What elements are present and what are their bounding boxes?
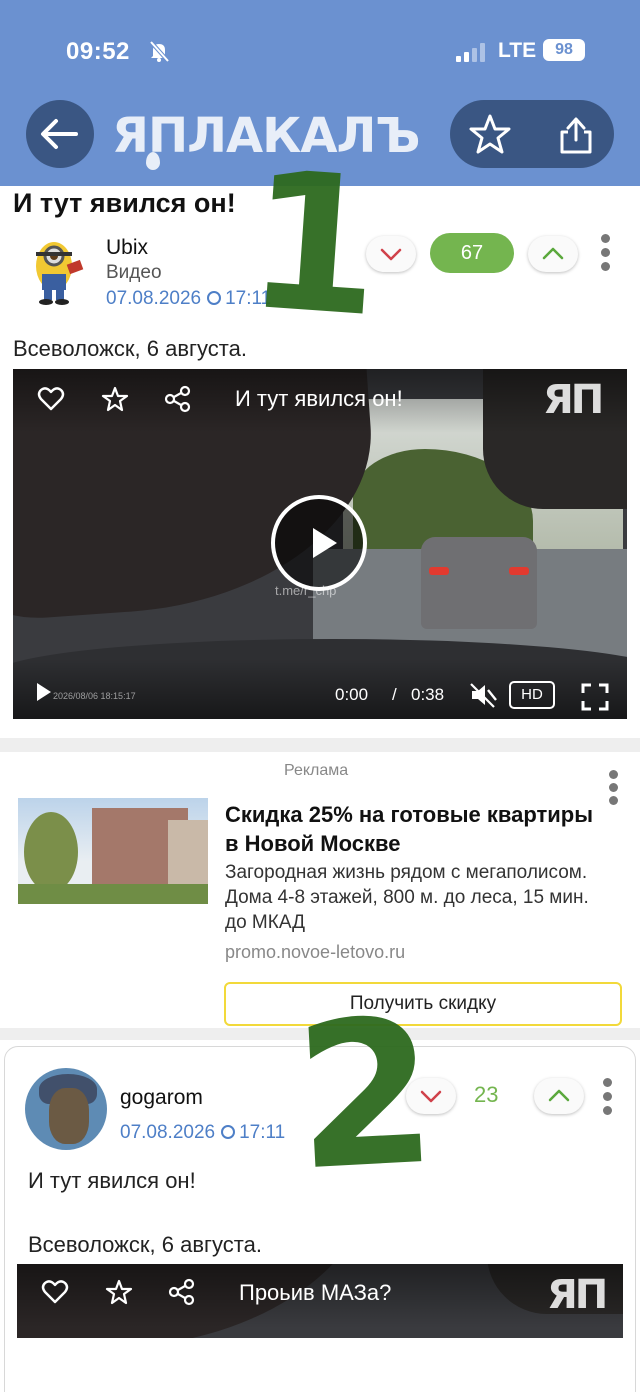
- play-button[interactable]: [271, 495, 367, 591]
- comment-video-logo: ЯП: [547, 1272, 608, 1318]
- heart-icon[interactable]: [37, 385, 65, 413]
- comment-avatar[interactable]: [25, 1068, 107, 1150]
- post-category[interactable]: Видео: [106, 262, 162, 284]
- status-time: 09:52: [66, 38, 130, 65]
- star-icon[interactable]: [105, 1278, 133, 1306]
- comment-datetime: 07.08.2026 17:11: [120, 1122, 285, 1144]
- silent-bell-icon: [149, 40, 170, 62]
- post-author[interactable]: Ubix: [106, 236, 148, 260]
- comment-text-line1: И тут явился он!: [28, 1168, 196, 1193]
- post-date: 07.08.2026: [106, 288, 202, 309]
- heart-icon[interactable]: [41, 1278, 69, 1306]
- battery-icon: 98: [543, 39, 585, 61]
- post-rating: 67: [430, 233, 514, 273]
- status-bar: 09:52 LTE 98: [0, 28, 640, 76]
- video-duration: 0:38: [411, 685, 445, 704]
- video-logo: ЯП: [543, 377, 604, 423]
- video-player[interactable]: И тут явился он! ЯП t.me/r_chp 2026/08/0…: [13, 369, 627, 719]
- arrow-left-icon: [41, 119, 78, 149]
- comment-author[interactable]: gogarom: [120, 1086, 203, 1110]
- video-current-time: 0:00: [335, 685, 369, 704]
- ad-image-building-2: [168, 820, 208, 890]
- ad-image-lawn: [18, 884, 208, 904]
- comment-time: 17:11: [239, 1122, 286, 1143]
- fullscreen-icon[interactable]: [581, 683, 609, 711]
- share-nodes-icon[interactable]: [164, 385, 192, 413]
- post-title[interactable]: И тут явился он!: [13, 188, 236, 219]
- post-text: Всеволожск, 6 августа.: [13, 336, 247, 361]
- ad-image[interactable]: [18, 798, 208, 904]
- video-watermark: t.me/r_chp: [275, 583, 337, 598]
- hd-label: HD: [521, 686, 543, 703]
- logo-drop-icon: [146, 152, 160, 170]
- video-title: И тут явился он!: [235, 386, 403, 411]
- comment-video-player[interactable]: Проьив МАЗа? ЯП: [17, 1264, 623, 1338]
- comment-text-line2: Всеволожск, 6 августа.: [28, 1232, 262, 1257]
- chevron-up-icon: [548, 1089, 570, 1102]
- user-avatar-minion[interactable]: [22, 232, 86, 306]
- ad-description: Загородная жизнь рядом с мегаполисом. До…: [225, 862, 589, 933]
- comment-rating: 23: [474, 1082, 499, 1107]
- mute-icon[interactable]: [469, 681, 497, 709]
- header-actions: [450, 100, 614, 168]
- star-icon[interactable]: [101, 385, 129, 413]
- comment-menu-button[interactable]: [602, 1078, 612, 1118]
- video-scene-car: [421, 537, 537, 629]
- comment-upvote-button[interactable]: [534, 1078, 584, 1114]
- video-timestamp: 2026/08/06 18:15:17: [53, 691, 136, 701]
- play-small-icon[interactable]: [35, 681, 53, 703]
- handwritten-mark-2: 2: [289, 975, 442, 1216]
- clock-icon: [221, 1125, 236, 1139]
- star-icon[interactable]: [468, 112, 512, 156]
- share-nodes-icon[interactable]: [168, 1278, 196, 1306]
- signal-icon: [456, 42, 488, 62]
- ad-label: Реклама: [284, 762, 349, 779]
- share-icon[interactable]: [554, 112, 598, 156]
- section-divider: [0, 738, 640, 752]
- back-button[interactable]: [26, 100, 94, 168]
- clock-icon: [207, 291, 222, 305]
- post-menu-button[interactable]: [600, 234, 610, 274]
- video-time-separator: /: [392, 685, 397, 704]
- comment-date: 07.08.2026: [120, 1122, 216, 1143]
- ad-title[interactable]: Скидка 25% на готовые квартиры в Новой М…: [225, 800, 605, 858]
- chevron-up-icon: [542, 247, 564, 260]
- hd-toggle-button[interactable]: HD: [509, 681, 555, 709]
- ad-image-tree: [24, 812, 78, 892]
- avatar-face: [49, 1088, 89, 1144]
- ad-url[interactable]: promo.novoe-letovo.ru: [225, 942, 405, 963]
- comment-video-title: Проьив МАЗа?: [239, 1280, 392, 1305]
- upvote-button[interactable]: [528, 236, 578, 272]
- network-type: LTE: [498, 39, 537, 62]
- handwritten-mark-1: 1: [240, 129, 388, 360]
- ad-menu-button[interactable]: [608, 770, 618, 810]
